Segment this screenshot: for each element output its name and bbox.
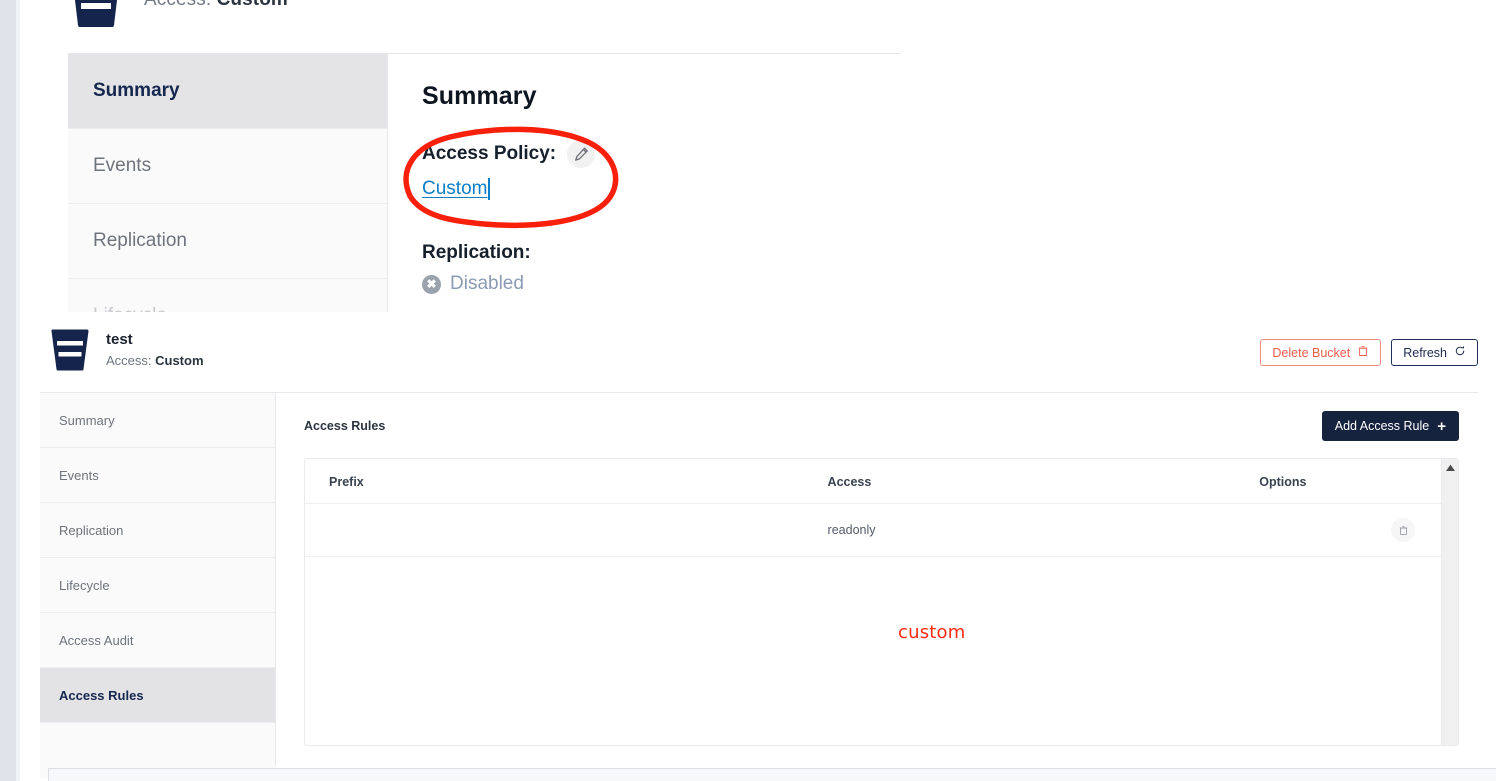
bucket-detail-panel: Summary Events Replication Lifecycle Acc… — [40, 392, 1478, 778]
access-rules-table-wrapper: Prefix Access Options readonly ▲ — [304, 458, 1459, 746]
inset-sidebar-label: Summary — [93, 80, 180, 101]
section-title: Access Rules — [304, 419, 386, 433]
inset-replication-block: Replication: ✖ Disabled — [422, 242, 900, 295]
column-header-prefix: Prefix — [305, 459, 828, 504]
add-access-rule-button[interactable]: Add Access Rule + — [1321, 411, 1459, 441]
inset-sidebar-item-summary[interactable]: Summary — [68, 54, 387, 129]
delete-bucket-button[interactable]: Delete Bucket — [1260, 339, 1382, 366]
access-rules-table: Prefix Access Options readonly — [305, 459, 1441, 557]
sidebar-item-label: Events — [59, 467, 99, 483]
inset-replication-status: ✖ Disabled — [422, 273, 900, 295]
trash-icon — [1357, 345, 1369, 360]
table-head: Prefix Access Options — [305, 459, 1441, 504]
bucket-icon — [50, 329, 90, 371]
inset-sidebar-label: Events — [93, 155, 152, 176]
inset-access-policy-link[interactable]: Custom — [422, 178, 491, 200]
plus-icon: + — [1437, 417, 1446, 435]
access-rules-table-area: Prefix Access Options readonly — [305, 459, 1441, 745]
bucket-header-text: test Access: Custom — [106, 331, 204, 370]
bucket-icon — [70, 0, 122, 28]
inset-sidebar-item-events[interactable]: Events — [68, 129, 387, 204]
inset-access-policy-row: Access Policy: — [422, 140, 900, 168]
pencil-icon[interactable] — [567, 140, 596, 168]
inset-sidebar-item-lifecycle[interactable]: Lifecycle — [68, 279, 387, 312]
inset-replication-label: Replication: — [422, 242, 531, 263]
inset-access-value: Custom — [217, 0, 288, 10]
inset-sidebar-label: Lifecycle — [93, 305, 167, 312]
x-circle-icon: ✖ — [422, 274, 441, 294]
sidebar-item-access-rules[interactable]: Access Rules — [40, 668, 275, 723]
inset-replication-status-text: Disabled — [450, 273, 524, 294]
sidebar-item-label: Replication — [59, 522, 124, 538]
inset-bucket-header: Access: Custom — [70, 0, 288, 28]
delete-bucket-label: Delete Bucket — [1272, 345, 1351, 360]
inset-content: Summary Access Policy: Custom Replicatio… — [388, 54, 900, 312]
sidebar-item-label: Access Rules — [59, 687, 144, 703]
column-header-access: Access — [827, 459, 1260, 504]
sidebar-item-label: Access Audit — [59, 632, 134, 648]
sidebar-item-label: Lifecycle — [59, 577, 110, 593]
inset-panel: Summary Events Replication Lifecycle Sum… — [68, 53, 900, 312]
inset-sidebar: Summary Events Replication Lifecycle — [68, 54, 388, 312]
inset-page-title: Summary — [422, 82, 537, 110]
cell-prefix — [305, 503, 828, 557]
bucket-sidebar: Summary Events Replication Lifecycle Acc… — [40, 393, 276, 778]
refresh-icon — [1454, 345, 1466, 360]
sidebar-item-events[interactable]: Events — [40, 448, 275, 503]
table-row[interactable]: readonly — [305, 503, 1441, 557]
page-title: test — [106, 330, 133, 348]
main-page: test Access: Custom Delete Bucket Refres… — [20, 312, 1496, 781]
screen-root: Access: Custom Summary Events Replicatio… — [0, 0, 1496, 781]
inset-sidebar-item-replication[interactable]: Replication — [68, 204, 387, 279]
zoomed-inset-overlay: Access: Custom Summary Events Replicatio… — [20, 0, 1496, 312]
sidebar-item-lifecycle[interactable]: Lifecycle — [40, 558, 275, 613]
table-body: readonly — [305, 503, 1441, 557]
delete-rule-trash-icon[interactable] — [1391, 518, 1415, 542]
table-header-row: Prefix Access Options — [305, 459, 1441, 504]
inset-access-prefix: Access: — [144, 0, 217, 10]
sidebar-item-summary[interactable]: Summary — [40, 393, 275, 448]
inset-access-line: Access: Custom — [144, 0, 288, 11]
bucket-access-value: Custom — [155, 352, 204, 368]
table-vertical-scrollbar[interactable]: ▲ — [1441, 459, 1458, 745]
sidebar-item-replication[interactable]: Replication — [40, 503, 275, 558]
bucket-access-prefix: Access: — [106, 352, 156, 368]
column-header-options: Options — [1259, 459, 1441, 504]
access-rules-content: Access Rules Add Access Rule + Prefix Ac… — [276, 393, 1478, 766]
inset-sidebar-label: Replication — [93, 230, 187, 251]
bucket-access-line: Access: Custom — [106, 352, 204, 370]
page-left-gutter — [0, 0, 20, 781]
cell-access: readonly — [827, 503, 1260, 557]
add-access-rule-label: Add Access Rule — [1334, 419, 1430, 433]
sidebar-item-access-audit[interactable]: Access Audit — [40, 613, 275, 668]
access-rules-toolbar: Access Rules Add Access Rule + — [304, 411, 1478, 441]
header-actions: Delete Bucket Refresh — [1260, 339, 1478, 366]
inset-access-policy-label: Access Policy: — [422, 143, 557, 164]
refresh-label: Refresh — [1403, 345, 1447, 360]
chevron-up-icon[interactable]: ▲ — [1442, 463, 1457, 474]
bottom-container-strip — [48, 768, 1496, 781]
sidebar-item-label: Summary — [59, 412, 115, 428]
refresh-button[interactable]: Refresh — [1391, 339, 1478, 366]
cell-options — [1259, 503, 1441, 557]
bucket-header: test Access: Custom — [50, 329, 204, 371]
